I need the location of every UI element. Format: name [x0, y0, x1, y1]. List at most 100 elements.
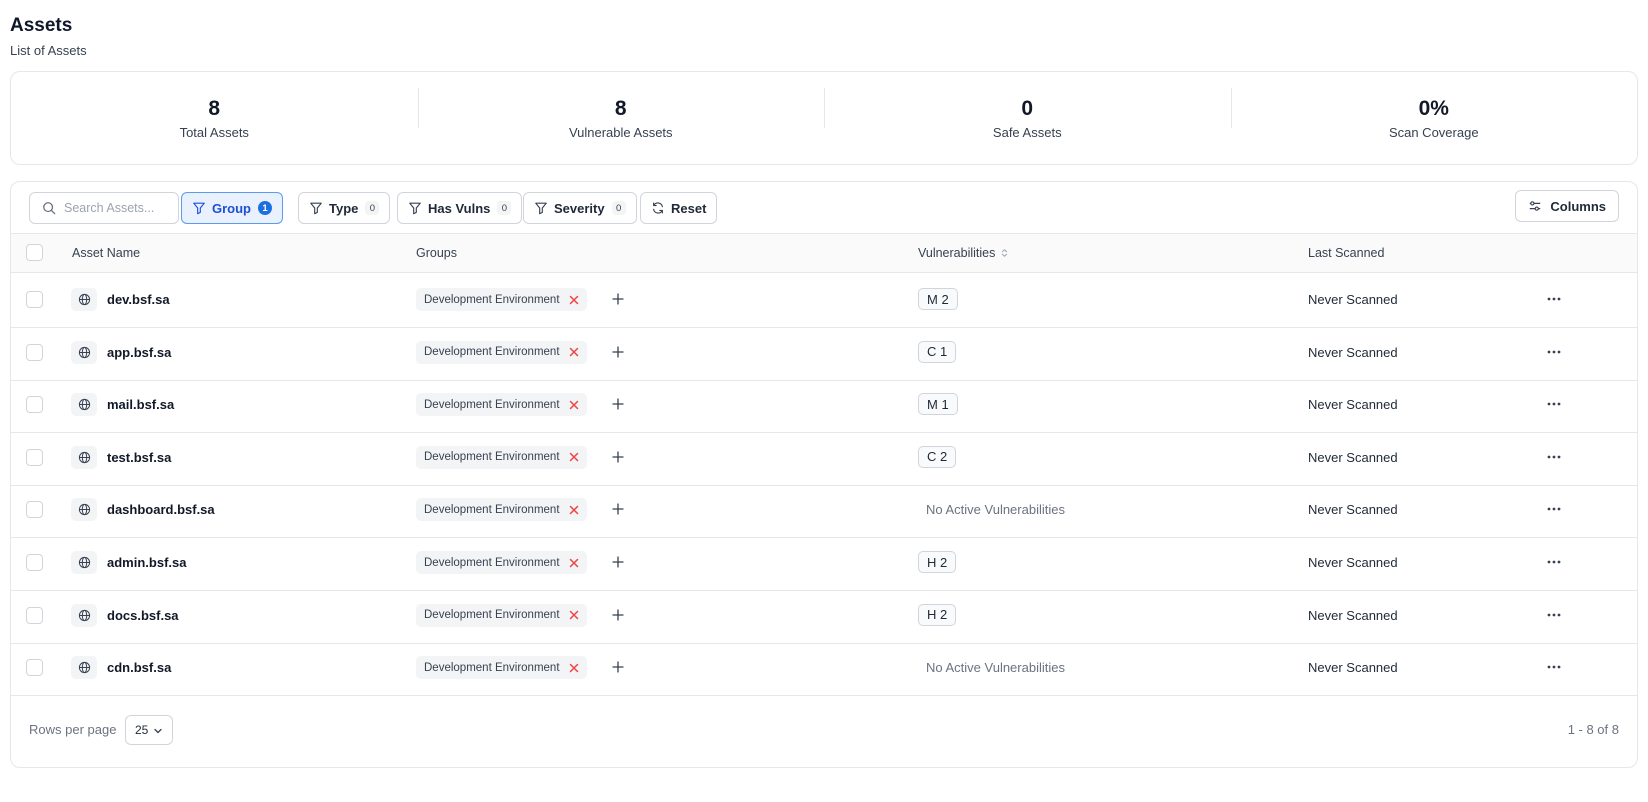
last-scanned: Never Scanned — [1308, 449, 1398, 465]
asset-name[interactable]: test.bsf.sa — [107, 431, 171, 484]
plus-icon[interactable] — [612, 608, 624, 621]
columns-label: Columns — [1550, 198, 1606, 214]
globe-icon — [71, 498, 97, 522]
table-row: dev.bsf.sa Development Environment M 2 N… — [11, 273, 1637, 328]
more-horizontal-icon[interactable] — [1544, 344, 1564, 360]
asset-name[interactable]: cdn.bsf.sa — [107, 641, 171, 694]
plus-icon[interactable] — [612, 661, 624, 673]
filter-type-button[interactable]: Type 0 — [298, 192, 391, 224]
close-icon[interactable] — [569, 347, 579, 357]
stat-total-assets: 8 Total Assets — [11, 96, 418, 141]
table-row: test.bsf.sa Development Environment C 2 … — [11, 431, 1637, 486]
asset-name[interactable]: dashboard.bsf.sa — [107, 483, 215, 536]
group-tag: Development Environment — [416, 498, 587, 522]
more-horizontal-icon[interactable] — [1544, 607, 1564, 623]
close-icon[interactable] — [569, 558, 579, 568]
more-horizontal-icon[interactable] — [1544, 659, 1564, 675]
asset-name[interactable]: app.bsf.sa — [107, 326, 171, 379]
more-horizontal-icon[interactable] — [1544, 291, 1564, 307]
pagination-info: 1 - 8 of 8 — [1567, 722, 1619, 737]
close-icon[interactable] — [569, 400, 579, 410]
vulnerability-badge: H 2 — [918, 603, 957, 626]
close-icon[interactable] — [569, 452, 579, 462]
plus-icon[interactable] — [612, 451, 624, 463]
globe-icon — [71, 551, 97, 574]
search-box[interactable] — [29, 192, 179, 224]
stats-card: 8 Total Assets 8 Vulnerable Assets 0 Saf… — [10, 71, 1638, 165]
page-header: Assets List of Assets — [10, 14, 87, 59]
row-checkbox[interactable] — [26, 606, 43, 624]
group-tag-label: Development Environment — [424, 503, 560, 516]
last-scanned: Never Scanned — [1308, 344, 1398, 360]
more-horizontal-icon[interactable] — [1544, 449, 1564, 465]
last-scanned: Never Scanned — [1308, 607, 1398, 623]
group-tag-label: Development Environment — [424, 346, 560, 359]
row-checkbox[interactable] — [26, 396, 43, 414]
globe-icon — [71, 656, 97, 680]
sliders-icon — [1530, 201, 1541, 211]
filter-icon — [535, 202, 547, 215]
filter-count-badge: 1 — [258, 201, 272, 215]
columns-button[interactable]: Columns — [1515, 190, 1619, 222]
row-checkbox[interactable] — [26, 343, 43, 361]
row-checkbox[interactable] — [26, 448, 43, 466]
reset-button[interactable]: Reset — [640, 192, 718, 224]
plus-icon[interactable] — [612, 503, 624, 516]
close-icon[interactable] — [569, 505, 579, 515]
stat-value: 0% — [1418, 96, 1449, 120]
row-checkbox[interactable] — [26, 291, 43, 308]
filter-has-vulns-button[interactable]: Has Vulns 0 — [397, 192, 523, 224]
group-tag: Development Environment — [416, 445, 587, 469]
filter-group-button[interactable]: Group 1 — [181, 192, 283, 224]
plus-icon[interactable] — [612, 345, 624, 358]
column-header-vulnerabilities[interactable]: Vulnerabilities — [918, 234, 1009, 272]
select-all-checkbox[interactable] — [26, 244, 43, 261]
last-scanned: Never Scanned — [1308, 502, 1398, 518]
group-tag-label: Development Environment — [424, 556, 560, 569]
asset-name[interactable]: mail.bsf.sa — [107, 378, 174, 431]
vulnerability-badge: C 2 — [918, 445, 957, 468]
stat-label: Scan Coverage — [1388, 124, 1479, 140]
search-input[interactable] — [64, 201, 174, 215]
asset-name[interactable]: admin.bsf.sa — [107, 536, 186, 589]
stat-label: Total Assets — [179, 124, 249, 140]
table-row: dashboard.bsf.sa Development Environment… — [11, 483, 1637, 539]
sort-icon[interactable] — [1000, 248, 1009, 258]
asset-name[interactable]: docs.bsf.sa — [107, 589, 179, 642]
stat-scan-coverage: 0% Scan Coverage — [1230, 87, 1638, 141]
asset-name[interactable]: dev.bsf.sa — [107, 273, 170, 326]
row-checkbox[interactable] — [26, 554, 43, 571]
group-tag-label: Development Environment — [424, 451, 560, 464]
stat-safe-assets: 0 Safe Assets — [824, 87, 1231, 141]
close-icon[interactable] — [569, 663, 579, 673]
globe-icon — [71, 340, 97, 364]
last-scanned: Never Scanned — [1308, 555, 1398, 570]
vulnerability-badge: C 1 — [918, 340, 957, 363]
stat-value: 8 — [208, 96, 221, 120]
filter-icon — [310, 202, 322, 215]
page-title: Assets — [10, 15, 73, 36]
more-horizontal-icon[interactable] — [1544, 501, 1564, 517]
more-horizontal-icon[interactable] — [1544, 554, 1564, 570]
row-checkbox[interactable] — [26, 501, 43, 519]
group-tag-label: Development Environment — [424, 398, 560, 411]
no-vulnerabilities-text: No Active Vulnerabilities — [926, 502, 1065, 518]
more-horizontal-icon[interactable] — [1544, 396, 1564, 412]
stat-label: Safe Assets — [992, 124, 1062, 140]
filter-label: Group — [212, 200, 251, 216]
table-row: app.bsf.sa Development Environment C 1 N… — [11, 326, 1637, 381]
filter-icon — [409, 202, 421, 215]
filter-severity-button[interactable]: Severity 0 — [523, 192, 637, 224]
table-footer: Rows per page 25 1 - 8 of 8 — [11, 694, 1637, 767]
stat-label: Vulnerable Assets — [568, 124, 673, 140]
rows-per-page-select[interactable]: 25 — [125, 715, 173, 745]
plus-icon[interactable] — [612, 556, 624, 568]
plus-icon[interactable] — [612, 293, 624, 305]
close-icon[interactable] — [569, 610, 579, 620]
row-checkbox[interactable] — [26, 659, 43, 677]
plus-icon[interactable] — [612, 398, 624, 410]
close-icon[interactable] — [569, 295, 579, 305]
group-tag: Development Environment — [416, 603, 587, 627]
last-scanned: Never Scanned — [1308, 397, 1398, 413]
table-toolbar: Group 1 Type 0 Has Vulns 0 Severity 0 Re… — [11, 182, 1637, 234]
